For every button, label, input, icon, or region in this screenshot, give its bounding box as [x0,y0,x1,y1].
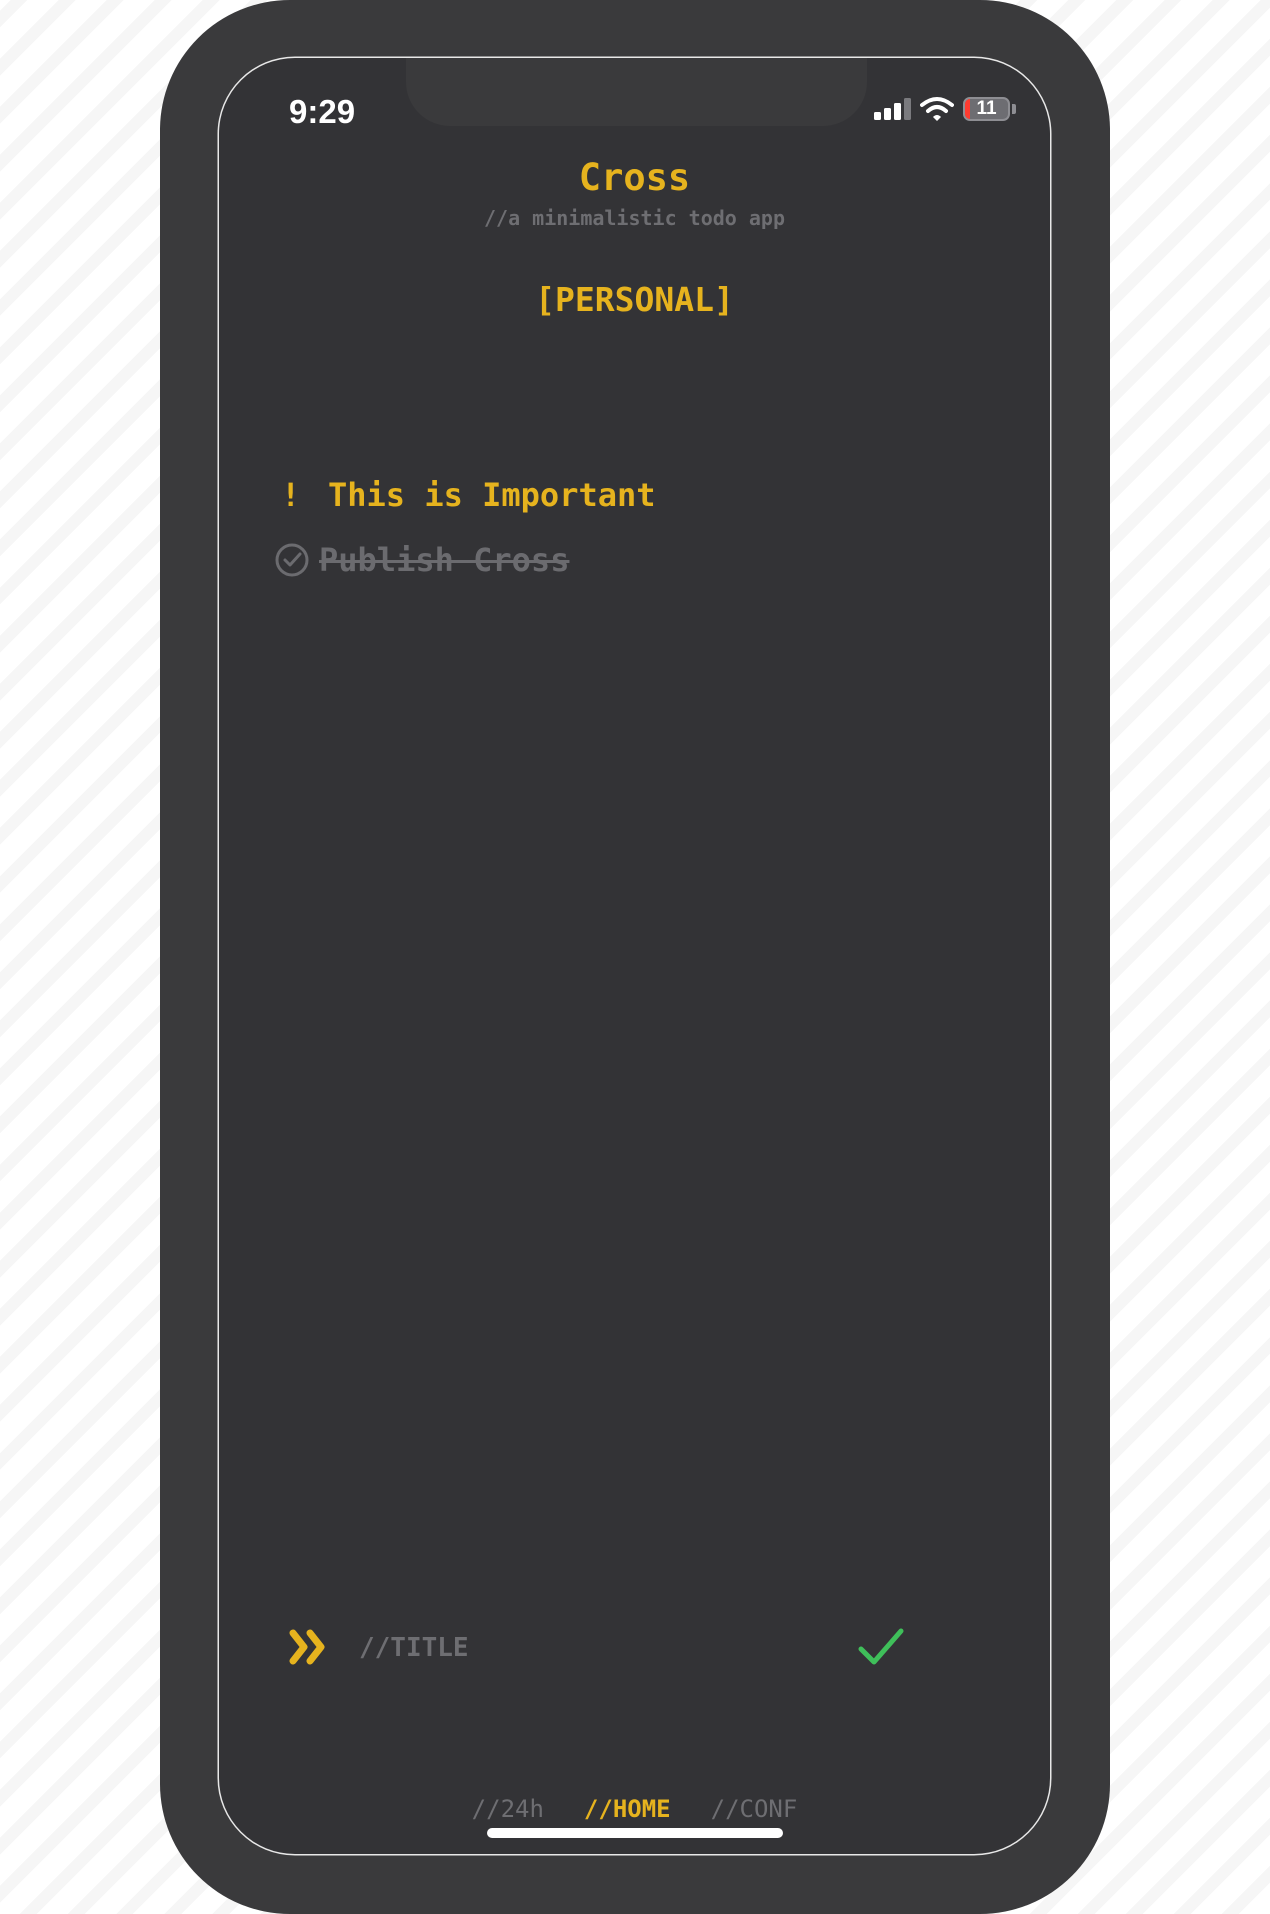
tab-conf[interactable]: //CONF [711,1795,798,1823]
status-time: 9:29 [289,93,356,130]
notch [406,58,867,126]
signal-icon [874,98,912,120]
wifi-icon [920,97,954,121]
bottom-nav: //24h //HOME //CONF [219,1795,1050,1823]
checkmark-icon[interactable] [857,1625,905,1669]
battery-cap [1012,104,1016,114]
double-chevron-right-icon[interactable] [289,1627,329,1667]
tab-home[interactable]: //HOME [584,1795,671,1823]
app-subtitle: //a minimalistic todo app [483,206,786,230]
title-input[interactable] [359,1629,839,1667]
todo-item-text: Publish Cross [319,541,570,579]
check-circle-icon[interactable] [273,541,311,579]
todo-item-important[interactable]: ! This is Important [281,476,656,514]
app-title: Cross [578,156,691,199]
todo-item-text: This is Important [328,476,656,514]
todo-item-done[interactable]: Publish Cross [273,541,569,579]
battery-percent: 11 [976,98,997,119]
app-screen: 9:29 11 Cross //a minimalistic todo app … [219,58,1050,1854]
battery-icon: 11 [963,97,1010,121]
home-indicator[interactable] [487,1828,783,1838]
list-title[interactable]: [PERSONAL] [219,280,1050,319]
tab-24h[interactable]: //24h [472,1795,544,1823]
important-marker: ! [281,476,301,514]
new-todo-bar [289,1625,989,1673]
